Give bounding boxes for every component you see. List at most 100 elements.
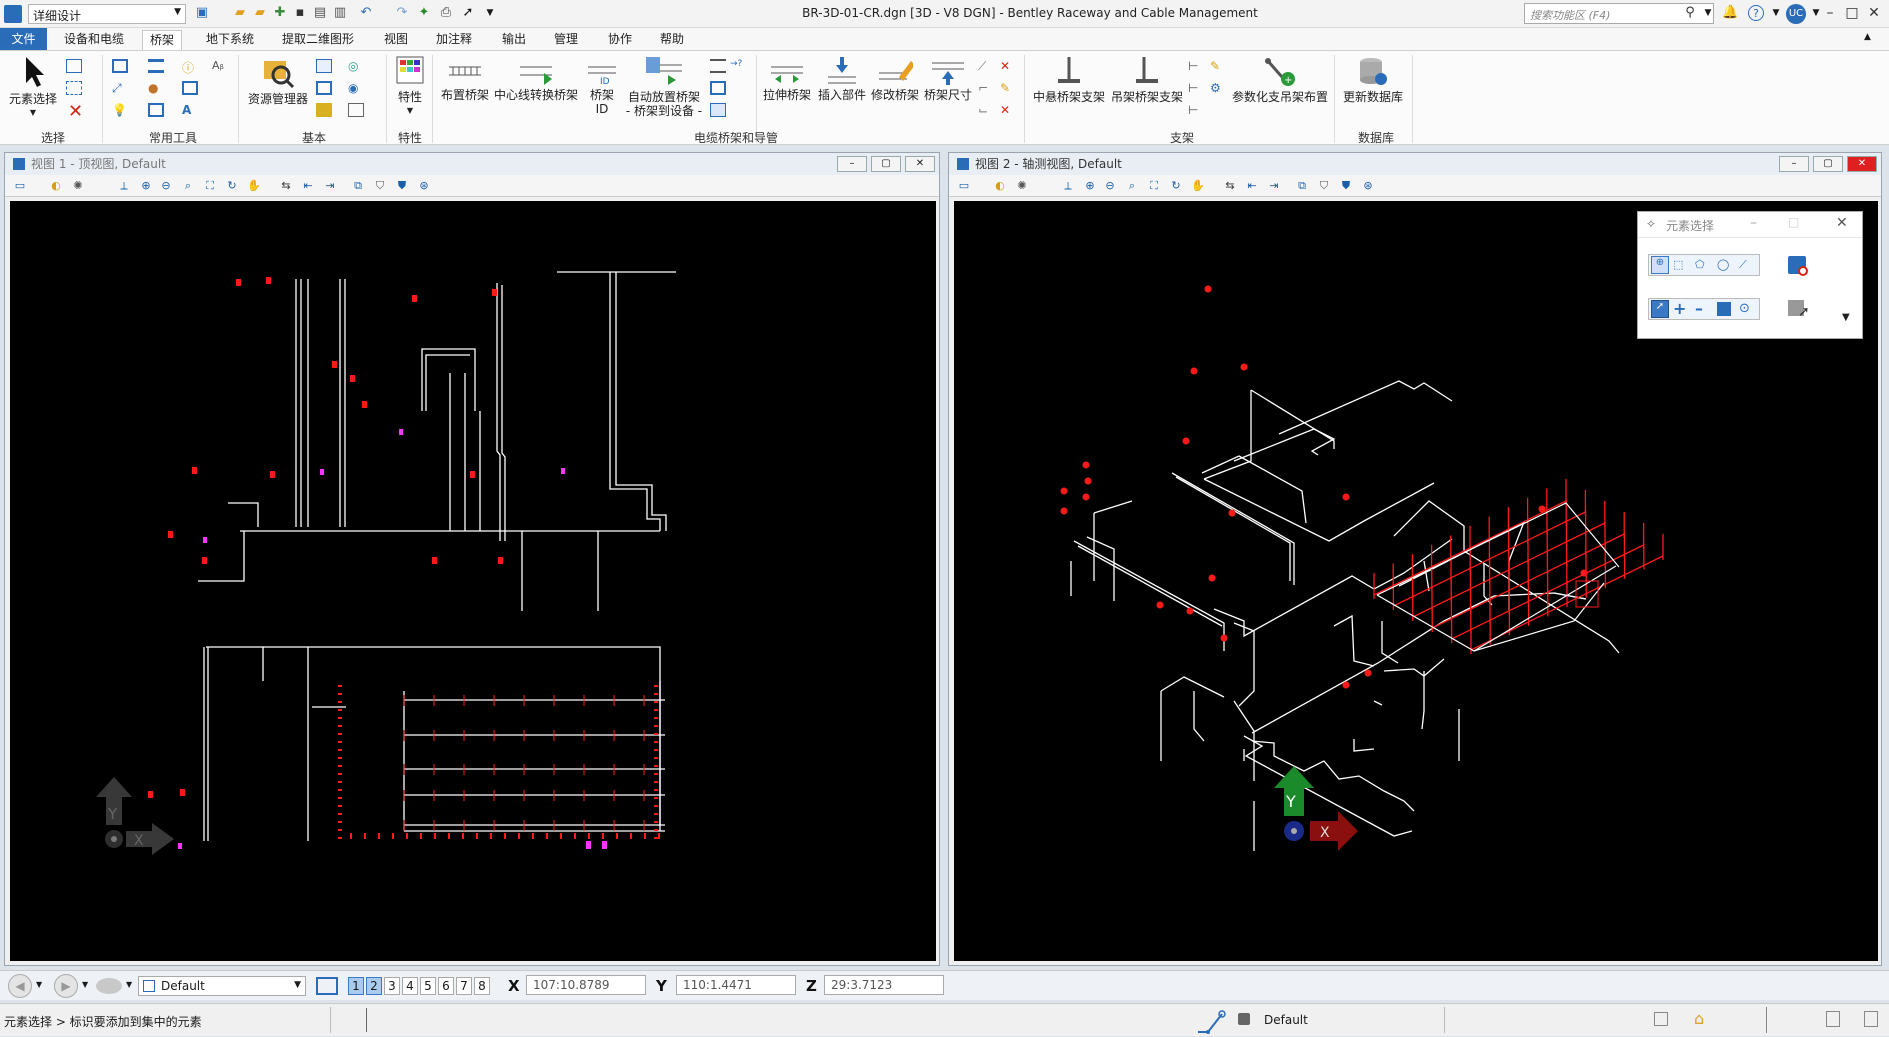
fit-view-icon[interactable]: ⛶: [1147, 179, 1161, 193]
tray-edit-2-icon[interactable]: ⌐: [978, 81, 994, 95]
dialog-title-bar[interactable]: ✧ 元素选择 – □ ✕: [1638, 212, 1862, 238]
support-tool-2-icon[interactable]: ⊢: [1188, 81, 1204, 95]
copy-view-icon[interactable]: ⧉: [351, 179, 365, 193]
walk-icon[interactable]: ⇆: [1223, 179, 1237, 193]
shape-select-icon[interactable]: ⬠: [1695, 258, 1705, 271]
forward-icon[interactable]: ▶: [54, 974, 78, 998]
next-view-icon[interactable]: ⇥: [323, 179, 337, 193]
doc-icon[interactable]: [316, 59, 332, 73]
display-style-icon[interactable]: ◐: [993, 179, 1007, 193]
grid-icon[interactable]: [348, 103, 364, 117]
layers-icon[interactable]: ◎: [348, 59, 364, 73]
dialog-minimize-button[interactable]: –: [1750, 215, 1757, 231]
chevron-down-icon[interactable]: ▼: [126, 980, 132, 989]
clip-mask-icon[interactable]: ⛊: [395, 179, 409, 193]
next-view-icon[interactable]: ⇥: [1267, 179, 1281, 193]
copy-view-icon[interactable]: ⧉: [1295, 179, 1309, 193]
redo-icon[interactable]: ↷: [394, 5, 410, 21]
tray-edit-3-icon[interactable]: ⌙: [978, 103, 994, 117]
modify-tray-button[interactable]: 修改桥架: [868, 57, 922, 102]
tool-paint-icon[interactable]: ●: [148, 81, 164, 95]
clip-mask-icon[interactable]: ⛊: [1339, 179, 1353, 193]
tool-measure-icon[interactable]: [182, 81, 198, 95]
invert-mode-icon[interactable]: [1717, 302, 1731, 316]
tray-id-button[interactable]: ID 桥架 ID: [582, 57, 622, 116]
open-folder-icon[interactable]: ▰: [232, 5, 248, 21]
dialog-close-button[interactable]: ✕: [1836, 215, 1848, 231]
bell-icon[interactable]: 🔔: [1722, 5, 1738, 21]
view-attributes-icon[interactable]: ▭: [957, 179, 971, 193]
cursor-icon[interactable]: ➚: [460, 5, 476, 21]
support-tool-1-icon[interactable]: ⊢: [1188, 59, 1204, 73]
pin-icon[interactable]: ✦: [416, 5, 432, 21]
rotate-view-icon[interactable]: ↻: [1169, 179, 1183, 193]
tool-light-icon[interactable]: 💡: [112, 103, 128, 117]
tab-output[interactable]: 输出: [500, 30, 528, 50]
display-style-icon[interactable]: ◐: [49, 179, 63, 193]
save-settings-icon[interactable]: ▤: [312, 5, 328, 21]
view-toggle-6[interactable]: 6: [438, 977, 454, 995]
tab-tray[interactable]: 桥架: [142, 30, 182, 50]
tab-view[interactable]: 视图: [382, 30, 410, 50]
tool-line-icon[interactable]: ⤢: [112, 81, 128, 95]
chevron-down-icon[interactable]: ▼: [482, 5, 498, 21]
auto-place-tray-button[interactable]: 自动放置桥架 - 桥架到设备 -: [624, 55, 704, 118]
view-1-minimize-button[interactable]: –: [837, 156, 867, 172]
active-level-dropdown[interactable]: Default ▼: [138, 976, 306, 996]
clip-volume-icon[interactable]: ⛉: [373, 179, 387, 193]
select-options-icon[interactable]: [66, 59, 82, 73]
update-database-button[interactable]: 更新数据库: [1338, 57, 1408, 104]
view-toggle-1[interactable]: 1: [348, 977, 364, 995]
centerline-tray-button[interactable]: 中心线转换桥架: [494, 57, 578, 102]
view-display-icon[interactable]: ⊛: [1361, 179, 1375, 193]
update-view-icon[interactable]: ⟂: [1061, 179, 1075, 193]
select-group-icon[interactable]: [66, 81, 82, 95]
hanger-support-button[interactable]: 中悬桥架支架: [1030, 57, 1108, 104]
workspace-dropdown[interactable]: 详细设计 ▼: [28, 4, 186, 24]
tray-tool-2-icon[interactable]: [710, 81, 726, 95]
tray-tool-3-icon[interactable]: [710, 103, 726, 117]
new-file-icon[interactable]: ✚: [272, 5, 288, 21]
zoom-out-icon[interactable]: ⊖: [159, 179, 173, 193]
view-2-maximize-button[interactable]: ▢: [1813, 156, 1843, 172]
chevron-down-icon[interactable]: ▼: [36, 980, 42, 989]
x-coordinate-field[interactable]: 107:10.8789: [526, 975, 646, 995]
level-symbol-icon[interactable]: [96, 978, 122, 994]
tray-edit-4-icon[interactable]: ✕: [1000, 59, 1016, 73]
tool-select-icon[interactable]: [112, 59, 128, 73]
rotate-view-icon[interactable]: ↻: [225, 179, 239, 193]
view-attributes-icon[interactable]: ▭: [13, 179, 27, 193]
tab-help[interactable]: 帮助: [658, 30, 686, 50]
tray-tool-1-icon[interactable]: [710, 59, 726, 73]
back-icon[interactable]: ◀: [8, 974, 32, 998]
pan-view-icon[interactable]: ✋: [1191, 179, 1205, 193]
tray-edit-6-icon[interactable]: ✕: [1000, 103, 1016, 117]
view-1-canvas[interactable]: Y X: [10, 201, 936, 961]
zoom-in-icon[interactable]: ⊕: [139, 179, 153, 193]
save-status-icon[interactable]: [1826, 1011, 1840, 1027]
tab-equipment-cables[interactable]: 设备和电缆: [62, 30, 126, 50]
lighting-icon[interactable]: ✺: [1015, 179, 1029, 193]
support-tool-5-icon[interactable]: ⚙: [1210, 81, 1226, 95]
circle-select-icon[interactable]: ◯: [1717, 258, 1729, 271]
view-1-close-button[interactable]: ✕: [905, 156, 935, 172]
layout-icon[interactable]: ▣: [194, 5, 210, 21]
close-button[interactable]: ✕: [1860, 2, 1888, 24]
ribbon-collapse-icon[interactable]: ▲: [1864, 32, 1871, 42]
snap-mode-icon[interactable]: [1196, 1008, 1228, 1034]
folder-icon[interactable]: ▰: [252, 5, 268, 21]
lighting-icon[interactable]: ✺: [71, 179, 85, 193]
support-tool-4-icon[interactable]: ✎: [1210, 59, 1226, 73]
insert-part-button[interactable]: 插入部件: [816, 57, 868, 102]
lock-icon[interactable]: [1238, 1013, 1250, 1025]
chevron-down-icon[interactable]: ▼: [82, 980, 88, 989]
stack-icon[interactable]: [316, 103, 332, 117]
view-display-icon[interactable]: ⊛: [417, 179, 431, 193]
view-toggle-4[interactable]: 4: [402, 977, 418, 995]
search-icon[interactable]: ⚲: [1682, 5, 1698, 21]
subtract-mode-icon[interactable]: –: [1695, 299, 1703, 318]
hang-support-button[interactable]: 吊架桥架支架: [1110, 57, 1184, 104]
chevron-down-icon[interactable]: ▼: [1768, 5, 1784, 21]
new-mode-icon[interactable]: ➚: [1651, 300, 1669, 318]
globe-icon[interactable]: ◉: [348, 81, 364, 95]
